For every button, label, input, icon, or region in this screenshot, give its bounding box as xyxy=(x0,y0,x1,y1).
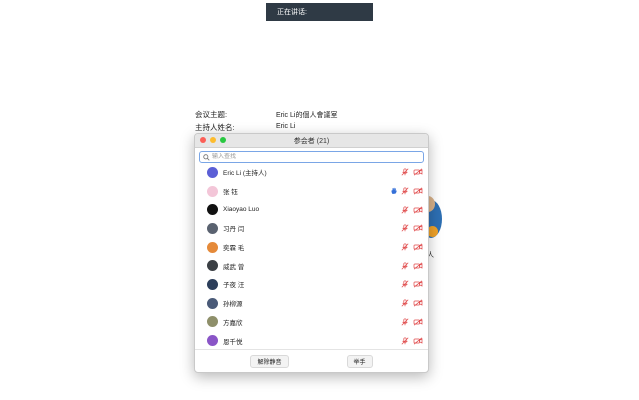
unmute-button[interactable]: 解除静音 xyxy=(250,354,289,368)
avatar xyxy=(207,185,218,197)
host-label: 主持人姓名: xyxy=(195,123,235,132)
video-off-icon[interactable] xyxy=(413,187,423,195)
speaking-label: 正在讲话: xyxy=(277,9,307,16)
participant-name: 威武 曾 xyxy=(223,263,245,271)
participant-name: 奕霖 毛 xyxy=(223,245,245,253)
topic-value: Eric Li的個人會議室 xyxy=(276,112,338,119)
muted-mic-icon[interactable] xyxy=(401,243,409,251)
video-off-icon[interactable] xyxy=(413,280,423,288)
muted-mic-icon[interactable] xyxy=(401,224,409,232)
participant-name: 张 钰 xyxy=(223,189,238,197)
panel-titlebar: 参会者 (21) xyxy=(195,134,428,148)
avatar xyxy=(207,241,218,253)
video-off-icon[interactable] xyxy=(413,206,423,214)
participant-row[interactable]: 恩千悦 xyxy=(195,331,428,350)
avatar xyxy=(207,335,218,347)
participant-row[interactable]: 习丹 闫 xyxy=(195,219,428,238)
participant-row[interactable]: 威武 曾 xyxy=(195,256,428,275)
panel-title: 参会者 (21) xyxy=(293,137,330,145)
participant-name: Eric Li (主持人) xyxy=(223,170,267,178)
window-controls xyxy=(200,137,226,143)
participant-row[interactable]: 孙柳源 xyxy=(195,294,428,313)
search-icon xyxy=(203,153,210,161)
video-off-icon[interactable] xyxy=(413,337,423,345)
avatar xyxy=(207,278,218,290)
muted-mic-icon[interactable] xyxy=(401,280,409,288)
video-off-icon[interactable] xyxy=(413,243,423,251)
muted-mic-icon[interactable] xyxy=(401,168,409,176)
minimize-window-button[interactable] xyxy=(210,137,216,143)
raised-hand-icon xyxy=(391,187,397,195)
panel-footer: 解除静音 举手 xyxy=(195,349,428,372)
participant-row[interactable]: 子夜 汪 xyxy=(195,275,428,294)
participant-row[interactable]: Eric Li (主持人) xyxy=(195,163,428,182)
participant-name: 恩千悦 xyxy=(223,338,243,346)
participant-row[interactable]: 张 钰 xyxy=(195,182,428,201)
avatar xyxy=(207,297,218,309)
topic-label: 会议主题: xyxy=(195,110,228,119)
avatar xyxy=(207,204,218,216)
participant-row[interactable]: 方嘉欣 xyxy=(195,313,428,332)
muted-mic-icon[interactable] xyxy=(401,206,409,214)
muted-mic-icon[interactable] xyxy=(401,299,409,307)
participant-row[interactable]: Xiaoyao Luo xyxy=(195,200,428,219)
video-off-icon[interactable] xyxy=(413,168,423,176)
search-input[interactable] xyxy=(212,152,392,162)
muted-mic-icon[interactable] xyxy=(401,262,409,270)
muted-mic-icon[interactable] xyxy=(401,187,409,195)
avatar xyxy=(207,222,218,234)
avatar xyxy=(207,166,218,178)
zoom-window-button[interactable] xyxy=(220,137,226,143)
participants-panel: 参会者 (21) Eric Li (主持人) 张 钰 Xiaoyao Luo 习丹 闫… xyxy=(194,133,429,373)
avatar xyxy=(207,260,218,272)
speaking-indicator: 正在讲话: xyxy=(266,3,373,21)
avatar xyxy=(207,316,218,328)
video-off-icon[interactable] xyxy=(413,262,423,270)
video-off-icon[interactable] xyxy=(413,224,423,232)
participant-list: Eric Li (主持人) 张 钰 Xiaoyao Luo 习丹 闫奕霖 毛威武 曾子… xyxy=(195,163,428,350)
close-window-button[interactable] xyxy=(200,137,206,143)
participant-row[interactable]: 奕霖 毛 xyxy=(195,238,428,257)
participant-name: 方嘉欣 xyxy=(223,319,243,327)
search-box[interactable] xyxy=(199,151,424,163)
raise-hand-button[interactable]: 举手 xyxy=(346,354,373,368)
participant-name: Xiaoyao Luo xyxy=(223,206,260,214)
muted-mic-icon[interactable] xyxy=(401,336,409,345)
host-value: Eric Li xyxy=(276,123,296,130)
video-off-icon[interactable] xyxy=(413,318,423,326)
participant-name: 孙柳源 xyxy=(223,301,243,309)
muted-mic-icon[interactable] xyxy=(401,318,409,326)
video-off-icon[interactable] xyxy=(413,299,423,307)
participant-name: 习丹 闫 xyxy=(223,226,245,234)
participant-name: 子夜 汪 xyxy=(223,282,245,290)
